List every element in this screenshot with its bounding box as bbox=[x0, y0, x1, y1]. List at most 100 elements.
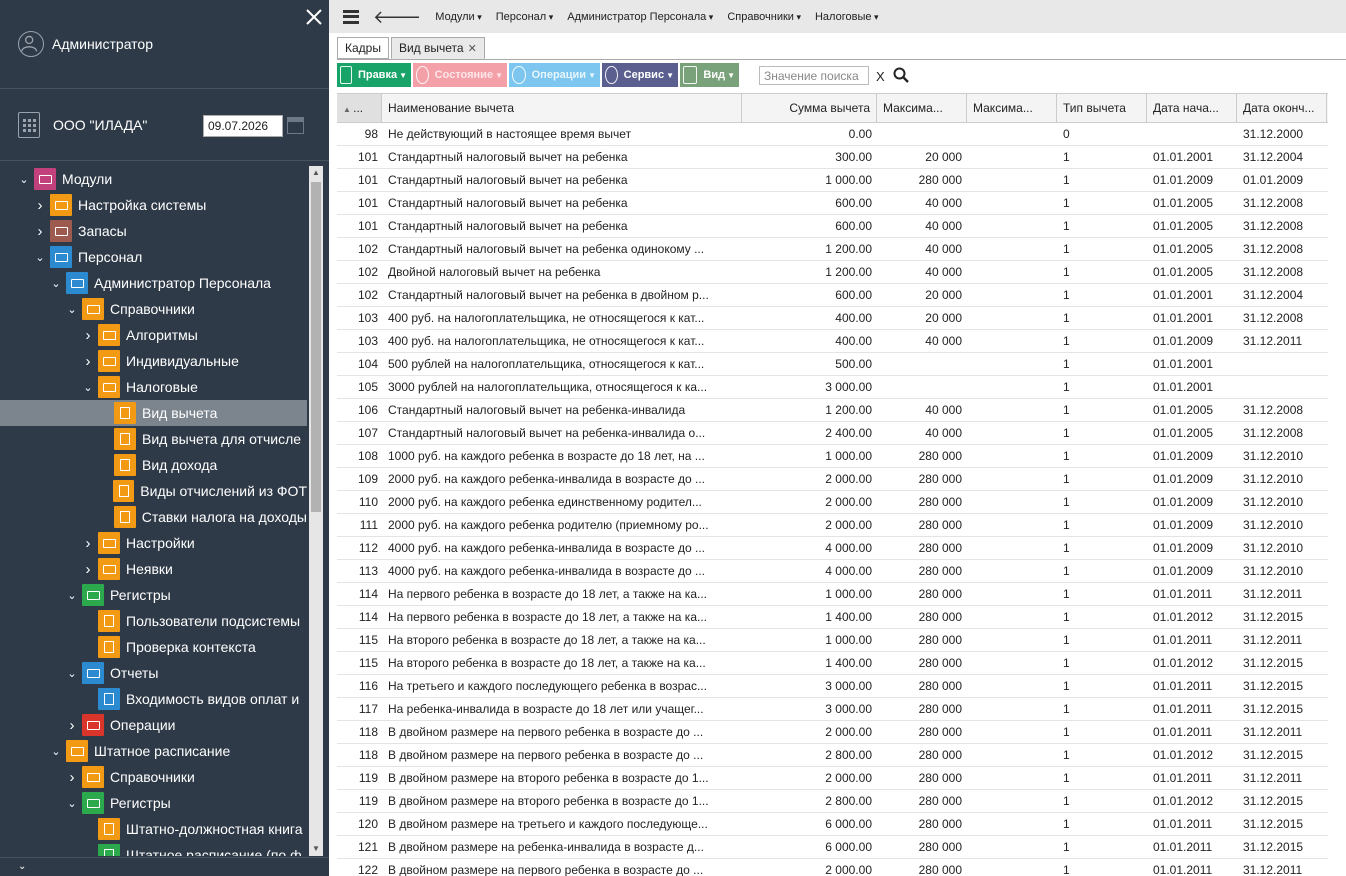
column-header-sum[interactable]: Сумма вычета bbox=[742, 94, 877, 122]
table-row[interactable]: 102 Стандартный налоговый вычет на ребенк… bbox=[337, 238, 1328, 261]
table-row[interactable]: 113 4000 руб. на каждого ребенка-инвалида… bbox=[337, 560, 1328, 583]
tree-item[interactable]: › Индивидуальные bbox=[0, 348, 307, 374]
table-row[interactable]: 103 400 руб. на налогоплательщика, не отн… bbox=[337, 307, 1328, 330]
table-row[interactable]: 121 В двойном размере на ребенка-инвалида… bbox=[337, 836, 1328, 859]
table-row[interactable]: 107 Стандартный налоговый вычет на ребенк… bbox=[337, 422, 1328, 445]
table-row[interactable]: 115 На второго ребенка в возрасте до 18 л… bbox=[337, 629, 1328, 652]
table-row[interactable]: 115 На второго ребенка в возрасте до 18 л… bbox=[337, 652, 1328, 675]
table-row[interactable]: 102 Стандартный налоговый вычет на ребенк… bbox=[337, 284, 1328, 307]
chevron-down-icon[interactable]: ⌄ bbox=[66, 303, 78, 316]
tree-item[interactable]: Пользователи подсистемы bbox=[0, 608, 307, 634]
chevron-right-icon[interactable]: › bbox=[34, 223, 46, 240]
chevron-right-icon[interactable]: › bbox=[82, 535, 94, 552]
tab-deduction-type[interactable]: Вид вычета ✕ bbox=[390, 37, 485, 59]
table-row[interactable]: 114 На первого ребенка в возрасте до 18 л… bbox=[337, 606, 1328, 629]
table-row[interactable]: 102 Двойной налоговый вычет на ребенка 1 2… bbox=[337, 261, 1328, 284]
chevron-down-icon[interactable]: ⌄ bbox=[82, 381, 94, 394]
chevron-down-icon[interactable]: ⌄ bbox=[18, 173, 30, 186]
tree-item[interactable]: Вид дохода bbox=[0, 452, 307, 478]
date-field[interactable] bbox=[203, 115, 283, 137]
table-row[interactable]: 122 В двойном размере на первого ребенка … bbox=[337, 859, 1328, 876]
tree-item[interactable]: ⌄ Персонал bbox=[0, 244, 307, 270]
tree-item[interactable]: Вид вычета bbox=[0, 400, 307, 426]
scroll-up-icon[interactable]: ▲ bbox=[309, 166, 323, 180]
table-row[interactable]: 119 В двойном размере на второго ребенка … bbox=[337, 790, 1328, 813]
column-header-start-date[interactable]: Дата нача... bbox=[1147, 94, 1237, 122]
tree-item[interactable]: Штатное расписание (по ф bbox=[0, 842, 307, 856]
menu-personnel[interactable]: Персонал bbox=[496, 11, 554, 23]
tree-item[interactable]: ⌄ Отчеты bbox=[0, 660, 307, 686]
search-clear-button[interactable]: X bbox=[876, 69, 885, 84]
table-row[interactable]: 104 500 рублей на налогоплательщика, отно… bbox=[337, 353, 1328, 376]
column-header-name[interactable]: Наименование вычета bbox=[382, 94, 742, 122]
chevron-down-icon[interactable]: ⌄ bbox=[18, 861, 26, 872]
tab-close-icon[interactable]: ✕ bbox=[468, 43, 477, 55]
table-row[interactable]: 101 Стандартный налоговый вычет на ребенк… bbox=[337, 169, 1328, 192]
chevron-right-icon[interactable]: › bbox=[66, 717, 78, 734]
org-row[interactable]: ООО "ИЛАДА" bbox=[18, 112, 147, 138]
close-icon[interactable] bbox=[304, 7, 324, 27]
table-row[interactable]: 108 1000 руб. на каждого ребенка в возрас… bbox=[337, 445, 1328, 468]
table-row[interactable]: 114 На первого ребенка в возрасте до 18 л… bbox=[337, 583, 1328, 606]
state-button[interactable]: Состояние ▼ bbox=[413, 63, 507, 87]
table-row[interactable]: 111 2000 руб. на каждого ребенка родителю… bbox=[337, 514, 1328, 537]
table-row[interactable]: 110 2000 руб. на каждого ребенка единстве… bbox=[337, 491, 1328, 514]
table-row[interactable]: 98 Не действующий в настоящее время вычет… bbox=[337, 123, 1328, 146]
operations-button[interactable]: Операции ▼ bbox=[509, 63, 600, 87]
tree-item[interactable]: › Настройки bbox=[0, 530, 307, 556]
table-row[interactable]: 105 3000 рублей на налогоплательщика, отн… bbox=[337, 376, 1328, 399]
tree-item[interactable]: ⌄ Администратор Персонала bbox=[0, 270, 307, 296]
tree-item[interactable]: › Настройка системы bbox=[0, 192, 307, 218]
table-row[interactable]: 103 400 руб. на налогоплательщика, не отн… bbox=[337, 330, 1328, 353]
column-header-max1[interactable]: Максима... bbox=[877, 94, 967, 122]
service-button[interactable]: Сервис ▼ bbox=[602, 63, 678, 87]
tree-item[interactable]: › Операции bbox=[0, 712, 307, 738]
tree-scrollbar[interactable]: ▲ ▼ bbox=[309, 166, 323, 856]
tree-item[interactable]: ⌄ Модули bbox=[0, 166, 307, 192]
tree-item[interactable]: Вид вычета для отчисле bbox=[0, 426, 307, 452]
tree-item[interactable]: Ставки налога на доходы bbox=[0, 504, 307, 530]
tree-item[interactable]: ⌄ Регистры bbox=[0, 790, 307, 816]
column-header-max2[interactable]: Максима... bbox=[967, 94, 1057, 122]
table-row[interactable]: 119 В двойном размере на второго ребенка … bbox=[337, 767, 1328, 790]
chevron-right-icon[interactable]: › bbox=[66, 769, 78, 786]
tab-personnel[interactable]: Кадры bbox=[337, 37, 389, 59]
scrollbar-thumb[interactable] bbox=[311, 182, 321, 512]
column-header-end-date[interactable]: Дата оконч... bbox=[1237, 94, 1327, 122]
calendar-icon[interactable] bbox=[287, 117, 304, 134]
table-row[interactable]: 120 В двойном размере на третьего и каждо… bbox=[337, 813, 1328, 836]
tree-item[interactable]: › Запасы bbox=[0, 218, 307, 244]
tree-item[interactable]: ⌄ Штатное расписание bbox=[0, 738, 307, 764]
column-header-type[interactable]: Тип вычета bbox=[1057, 94, 1147, 122]
search-icon[interactable] bbox=[893, 67, 909, 83]
edit-button[interactable]: Правка ▼ bbox=[337, 63, 411, 87]
table-row[interactable]: 101 Стандартный налоговый вычет на ребенк… bbox=[337, 146, 1328, 169]
tree-item[interactable]: ⌄ Регистры bbox=[0, 582, 307, 608]
chevron-right-icon[interactable]: › bbox=[34, 197, 46, 214]
chevron-down-icon[interactable]: ⌄ bbox=[66, 589, 78, 602]
tree-item[interactable]: Входимость видов оплат и bbox=[0, 686, 307, 712]
table-row[interactable]: 118 В двойном размере на первого ребенка … bbox=[337, 744, 1328, 767]
table-row[interactable]: 112 4000 руб. на каждого ребенка-инвалида… bbox=[337, 537, 1328, 560]
menu-references[interactable]: Справочники bbox=[727, 11, 801, 23]
user-row[interactable]: Администратор bbox=[18, 31, 153, 57]
chevron-right-icon[interactable]: › bbox=[82, 561, 94, 578]
chevron-down-icon[interactable]: ⌄ bbox=[66, 667, 78, 680]
tree-item[interactable]: Проверка контекста bbox=[0, 634, 307, 660]
tree-item[interactable]: ⌄ Справочники bbox=[0, 296, 307, 322]
table-row[interactable]: 118 В двойном размере на первого ребенка … bbox=[337, 721, 1328, 744]
table-row[interactable]: 117 На ребенка-инвалида в возрасте до 18 … bbox=[337, 698, 1328, 721]
back-arrow-icon[interactable]: 🡐 bbox=[373, 8, 421, 26]
column-header-code[interactable]: ▲ ... bbox=[337, 94, 382, 122]
table-row[interactable]: 106 Стандартный налоговый вычет на ребенк… bbox=[337, 399, 1328, 422]
chevron-down-icon[interactable]: ⌄ bbox=[66, 797, 78, 810]
tree-item[interactable]: ⌄ Налоговые bbox=[0, 374, 307, 400]
table-row[interactable]: 109 2000 руб. на каждого ребенка-инвалида… bbox=[337, 468, 1328, 491]
menu-modules[interactable]: Модули bbox=[435, 11, 481, 23]
table-row[interactable]: 116 На третьего и каждого последующего ре… bbox=[337, 675, 1328, 698]
table-row[interactable]: 101 Стандартный налоговый вычет на ребенк… bbox=[337, 215, 1328, 238]
chevron-down-icon[interactable]: ⌄ bbox=[50, 745, 62, 758]
menu-personnel-admin[interactable]: Администратор Персонала bbox=[567, 11, 713, 23]
search-input[interactable] bbox=[759, 66, 869, 85]
menu-tax[interactable]: Налоговые bbox=[815, 11, 879, 23]
